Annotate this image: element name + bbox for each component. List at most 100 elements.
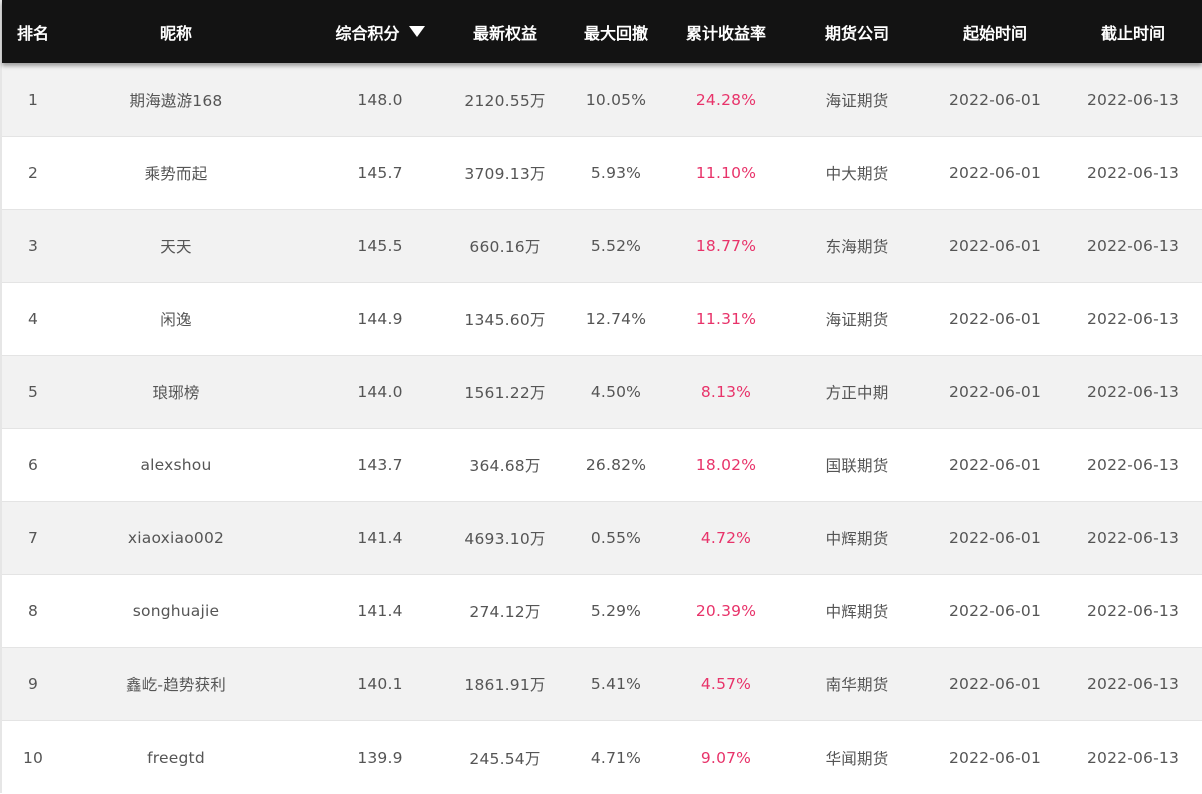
- table-row[interactable]: 1 期海遨游168 148.0 2120.55万 10.05% 24.28% 海…: [2, 63, 1202, 137]
- header-end-time[interactable]: 截止时间: [1065, 0, 1201, 63]
- sort-desc-icon[interactable]: [408, 26, 425, 37]
- rank-cell: 3: [27, 237, 39, 255]
- ranking-table: 排名 昵称 综合积分 最新权益 最大回撤 累计收益率 期货公司 起始时间 截止时…: [0, 0, 1202, 794]
- cum-return-cell: 18.02%: [695, 456, 757, 474]
- nickname-cell[interactable]: songhuajie: [64, 575, 288, 647]
- header-company[interactable]: 期货公司: [792, 0, 922, 63]
- score-cell: 144.0: [357, 383, 403, 401]
- equity-cell: 1345.60万: [464, 311, 546, 329]
- cum-return-cell: 20.39%: [695, 602, 757, 620]
- header-rank[interactable]: 排名: [2, 0, 64, 63]
- rank-cell: 5: [27, 383, 39, 401]
- table-row[interactable]: 7 xiaoxiao002 141.4 4693.10万 0.55% 4.72%…: [2, 502, 1202, 575]
- table-row[interactable]: 2 乘势而起 145.7 3709.13万 5.93% 11.10% 中大期货 …: [2, 137, 1202, 210]
- header-score[interactable]: 综合积分: [302, 0, 458, 63]
- max-drawdown-cell: 0.55%: [590, 529, 642, 547]
- table-row[interactable]: 5 琅琊榜 144.0 1561.22万 4.50% 8.13% 方正中期 20…: [2, 356, 1202, 429]
- table-row[interactable]: 6 alexshou 143.7 364.68万 26.82% 18.02% 国…: [2, 429, 1202, 502]
- end-time-cell: 2022-06-13: [1086, 675, 1180, 693]
- nickname-cell[interactable]: 期海遨游168: [64, 63, 288, 136]
- end-time-cell: 2022-06-13: [1086, 748, 1180, 767]
- rank-cell: 9: [27, 675, 39, 693]
- end-time-cell: 2022-06-13: [1086, 90, 1180, 109]
- rank-cell: 8: [27, 602, 39, 620]
- max-drawdown-cell: 10.05%: [585, 90, 647, 109]
- max-drawdown-cell: 4.50%: [590, 383, 642, 401]
- score-sort-control[interactable]: 综合积分: [335, 20, 425, 44]
- company-cell: 海证期货: [825, 91, 889, 110]
- score-cell: 140.1: [357, 675, 403, 693]
- start-time-cell: 2022-06-01: [948, 675, 1042, 693]
- start-time-cell: 2022-06-01: [948, 602, 1042, 620]
- header-equity[interactable]: 最新权益: [448, 0, 562, 63]
- cum-return-cell: 11.10%: [695, 164, 757, 182]
- start-time-cell: 2022-06-01: [948, 237, 1042, 255]
- end-time-cell: 2022-06-13: [1086, 310, 1180, 328]
- max-drawdown-cell: 12.74%: [585, 310, 647, 328]
- nickname-cell[interactable]: 天天: [64, 210, 288, 282]
- table-header: 排名 昵称 综合积分 最新权益 最大回撤 累计收益率 期货公司 起始时间 截止时…: [2, 0, 1202, 63]
- cum-return-cell: 8.13%: [700, 383, 752, 401]
- nickname-cell[interactable]: 乘势而起: [64, 137, 288, 209]
- score-cell: 148.0: [357, 90, 403, 109]
- equity-cell: 4693.10万: [464, 530, 546, 548]
- max-drawdown-cell: 5.41%: [590, 675, 642, 693]
- end-time-cell: 2022-06-13: [1086, 383, 1180, 401]
- max-drawdown-cell: 4.71%: [590, 748, 642, 767]
- header-score-label: 综合积分: [335, 23, 400, 43]
- company-cell: 南华期货: [825, 676, 889, 694]
- header-max-drawdown[interactable]: 最大回撤: [562, 0, 670, 63]
- table-body: 1 期海遨游168 148.0 2120.55万 10.05% 24.28% 海…: [2, 63, 1202, 794]
- cum-return-cell: 4.57%: [700, 675, 752, 693]
- equity-cell: 2120.55万: [464, 91, 546, 110]
- header-nickname[interactable]: 昵称: [64, 0, 288, 63]
- equity-cell: 274.12万: [469, 603, 541, 621]
- equity-cell: 1861.91万: [464, 676, 546, 694]
- cum-return-cell: 24.28%: [695, 90, 757, 109]
- end-time-cell: 2022-06-13: [1086, 237, 1180, 255]
- table-row[interactable]: 9 鑫屹-趋势获利 140.1 1861.91万 5.41% 4.57% 南华期…: [2, 648, 1202, 721]
- score-cell: 141.4: [357, 529, 403, 547]
- start-time-cell: 2022-06-01: [948, 529, 1042, 547]
- nickname-cell[interactable]: alexshou: [64, 429, 288, 501]
- score-cell: 141.4: [357, 602, 403, 620]
- score-cell: 144.9: [357, 310, 403, 328]
- company-cell: 方正中期: [825, 384, 889, 402]
- company-cell: 中辉期货: [825, 603, 889, 621]
- table-row[interactable]: 4 闲逸 144.9 1345.60万 12.74% 11.31% 海证期货 2…: [2, 283, 1202, 356]
- header-cum-return[interactable]: 累计收益率: [670, 0, 782, 63]
- cum-return-cell: 4.72%: [700, 529, 752, 547]
- equity-cell: 1561.22万: [464, 384, 546, 402]
- max-drawdown-cell: 5.29%: [590, 602, 642, 620]
- end-time-cell: 2022-06-13: [1086, 164, 1180, 182]
- rank-cell: 1: [27, 90, 39, 109]
- company-cell: 海证期货: [825, 311, 889, 329]
- cum-return-cell: 11.31%: [695, 310, 757, 328]
- start-time-cell: 2022-06-01: [948, 748, 1042, 767]
- start-time-cell: 2022-06-01: [948, 90, 1042, 109]
- end-time-cell: 2022-06-13: [1086, 456, 1180, 474]
- rank-cell: 10: [22, 748, 44, 767]
- nickname-cell[interactable]: xiaoxiao002: [64, 502, 288, 574]
- nickname-cell[interactable]: 闲逸: [64, 283, 288, 355]
- start-time-cell: 2022-06-01: [948, 456, 1042, 474]
- end-time-cell: 2022-06-13: [1086, 602, 1180, 620]
- end-time-cell: 2022-06-13: [1086, 529, 1180, 547]
- header-start-time[interactable]: 起始时间: [927, 0, 1063, 63]
- equity-cell: 364.68万: [469, 457, 541, 475]
- company-cell: 中辉期货: [825, 530, 889, 548]
- score-cell: 139.9: [357, 748, 403, 767]
- max-drawdown-cell: 5.93%: [590, 164, 642, 182]
- equity-cell: 660.16万: [469, 238, 541, 256]
- table-row[interactable]: 3 天天 145.5 660.16万 5.52% 18.77% 东海期货 202…: [2, 210, 1202, 283]
- nickname-cell[interactable]: 鑫屹-趋势获利: [64, 648, 288, 720]
- cum-return-cell: 9.07%: [700, 748, 752, 767]
- table-row[interactable]: 10 freegtd 139.9 245.54万 4.71% 9.07% 华闻期…: [2, 721, 1202, 794]
- rank-cell: 4: [27, 310, 39, 328]
- company-cell: 华闻期货: [825, 749, 889, 768]
- start-time-cell: 2022-06-01: [948, 164, 1042, 182]
- nickname-cell[interactable]: 琅琊榜: [64, 356, 288, 428]
- nickname-cell[interactable]: freegtd: [64, 721, 288, 794]
- max-drawdown-cell: 5.52%: [590, 237, 642, 255]
- table-row[interactable]: 8 songhuajie 141.4 274.12万 5.29% 20.39% …: [2, 575, 1202, 648]
